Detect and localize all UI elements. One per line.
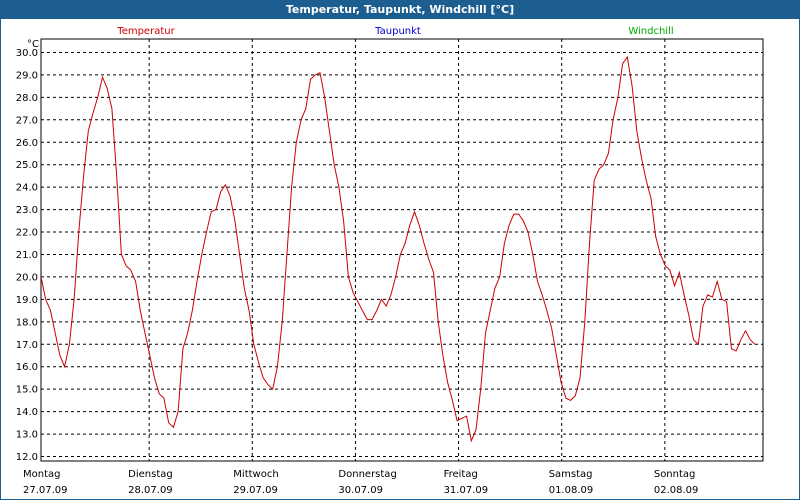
temperature-chart: 12.0 13.0 14.0 15.0 16.0 17.0 18.0 19.0 20.0 21.0… — [16, 26, 764, 496]
x-date-label: 02.08.09 — [654, 485, 699, 496]
x-date-label: 27.07.09 — [23, 485, 68, 496]
y-tick-label: 23.0 — [16, 205, 38, 216]
series-line-temperatur — [41, 55, 756, 443]
x-day-label: Dienstag — [128, 469, 173, 480]
y-tick-label: 24.0 — [16, 183, 38, 194]
x-date-label: 29.07.09 — [233, 485, 278, 496]
x-date-label: 30.07.09 — [338, 485, 383, 496]
y-tick-label: 15.0 — [16, 385, 38, 396]
x-day-label: Sonntag — [654, 469, 696, 480]
y-tick-label: 22.0 — [16, 228, 38, 239]
y-tick-label: 25.0 — [16, 160, 38, 171]
y-tick-label: 26.0 — [16, 138, 38, 149]
y-tick-label: 17.0 — [16, 340, 38, 351]
x-date-label: 28.07.09 — [128, 485, 173, 496]
y-tick-label: 16.0 — [16, 362, 38, 373]
x-day-label: Samstag — [549, 469, 593, 480]
y-tick-label: 27.0 — [16, 115, 38, 126]
chart-window: Temperatur, Taupunkt, Windchill [°C] 12.… — [0, 0, 800, 500]
y-axis-unit: °C — [27, 39, 39, 50]
y-tick-label: 28.0 — [16, 93, 38, 104]
x-day-label: Mittwoch — [233, 469, 278, 480]
x-date-label: 31.07.09 — [444, 485, 489, 496]
y-tick-label: 13.0 — [16, 430, 38, 441]
x-day-label: Donnerstag — [338, 469, 396, 480]
y-tick-label: 19.0 — [16, 295, 38, 306]
legend-entry: Temperatur — [116, 26, 175, 37]
x-day-label: Montag — [23, 469, 60, 480]
y-tick-label: 18.0 — [16, 317, 38, 328]
legend-entry: Taupunkt — [374, 26, 421, 37]
y-tick-label: 29.0 — [16, 70, 38, 81]
y-tick-label: 20.0 — [16, 272, 38, 283]
y-tick-label: 14.0 — [16, 407, 38, 418]
x-date-label: 01.08.09 — [549, 485, 594, 496]
legend-entry: Windchill — [628, 26, 673, 37]
y-tick-label: 12.0 — [16, 452, 38, 463]
x-day-label: Freitag — [444, 469, 478, 480]
y-tick-label: 21.0 — [16, 250, 38, 261]
